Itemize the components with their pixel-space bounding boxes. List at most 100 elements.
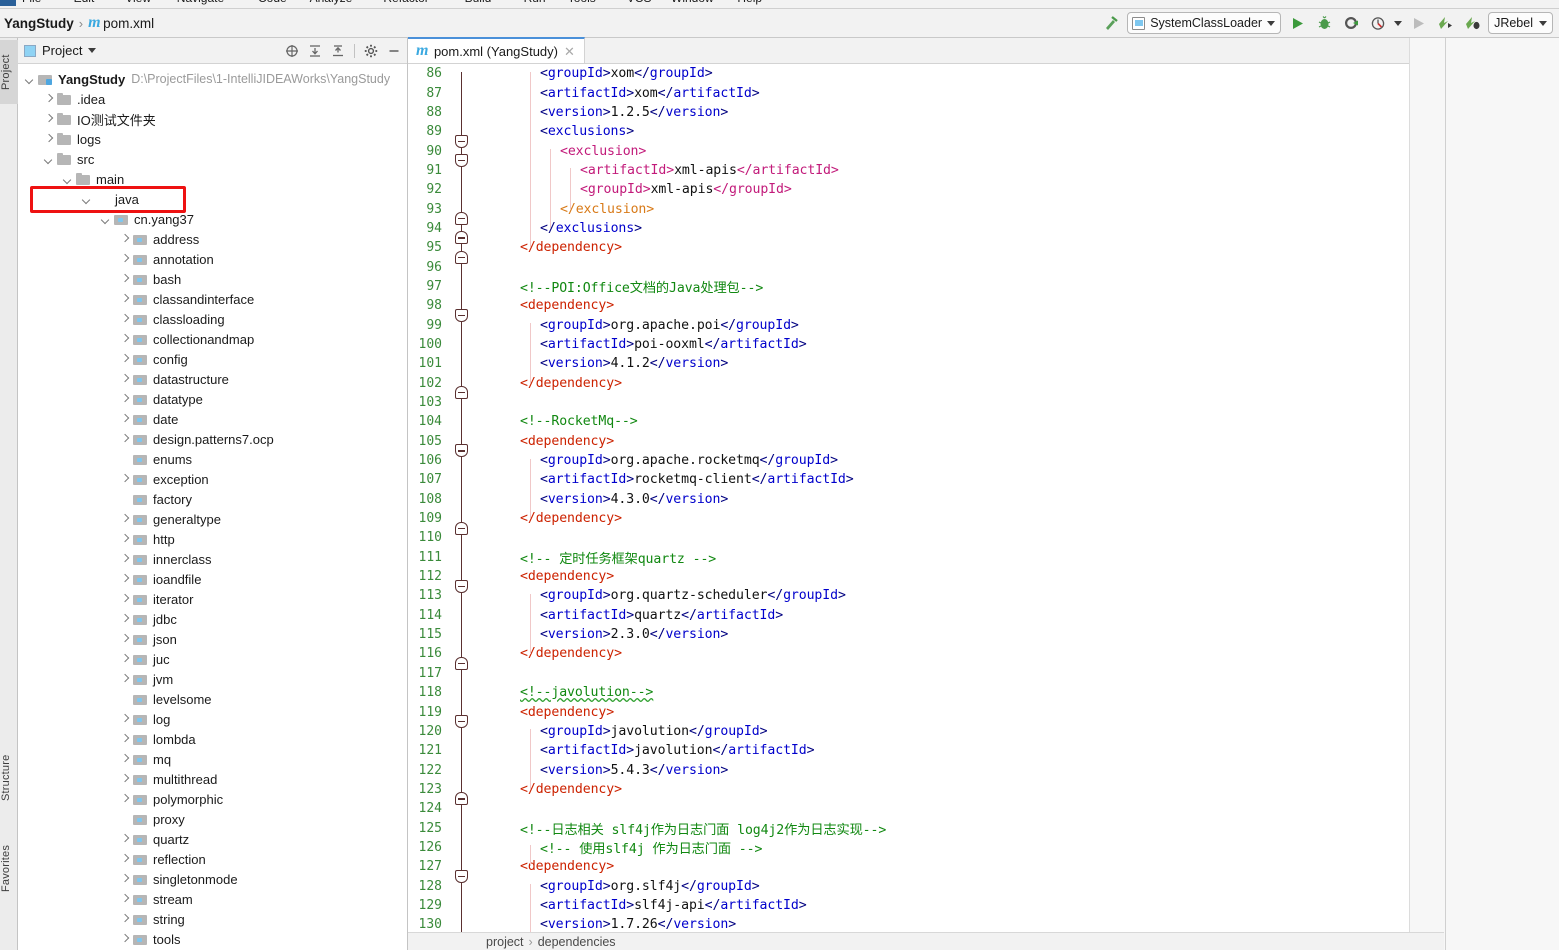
chevron-down-icon[interactable] xyxy=(62,174,73,185)
chevron-right-icon[interactable] xyxy=(119,934,130,945)
code-line[interactable]: 117 xyxy=(408,664,1444,693)
fold-marker-start[interactable] xyxy=(455,134,468,148)
chevron-right-icon[interactable] xyxy=(119,514,130,525)
fold-marker-end[interactable] xyxy=(455,212,468,226)
tree-node-mq[interactable]: mq xyxy=(18,749,407,769)
tree-node-jdbc[interactable]: jdbc xyxy=(18,609,407,629)
chevron-down-icon[interactable] xyxy=(88,48,97,53)
profiler-dropdown-chevron-down-icon[interactable] xyxy=(1394,20,1403,26)
tree-node-java[interactable]: java xyxy=(18,189,407,209)
code-line[interactable]: 97 <!--POI:Office文档的Java处理包--> xyxy=(408,277,1444,306)
chevron-down-icon[interactable] xyxy=(81,194,92,205)
fold-marker-end[interactable] xyxy=(455,231,468,245)
tree-node-classloading[interactable]: classloading xyxy=(18,309,407,329)
tree-node-stream[interactable]: stream xyxy=(18,889,407,909)
code-viewport[interactable]: 86 <groupId>xom</groupId> 87 <artifactId>xo… xyxy=(408,64,1444,950)
tree-node-address[interactable]: address xyxy=(18,229,407,249)
debug-button[interactable] xyxy=(1313,12,1335,34)
code-line[interactable]: 116 </dependency> xyxy=(408,644,1444,673)
chevron-right-icon[interactable] xyxy=(119,254,130,265)
close-icon[interactable]: ✕ xyxy=(564,45,575,58)
run-configuration-selector[interactable]: SystemClassLoader xyxy=(1127,12,1282,34)
code-line[interactable]: 87 <artifactId>xom</artifactId> xyxy=(408,83,1444,113)
breadcrumb-project[interactable]: YangStudy xyxy=(4,16,74,31)
collapse-all-icon[interactable] xyxy=(331,44,345,58)
fold-marker-end[interactable] xyxy=(455,521,468,535)
chevron-right-icon[interactable] xyxy=(119,734,130,745)
tree-node-multithread[interactable]: multithread xyxy=(18,769,407,789)
menu-item-window[interactable]: Window xyxy=(671,0,714,5)
code-line[interactable]: 95 </dependency> xyxy=(408,238,1444,267)
code-line[interactable]: 124 xyxy=(408,799,1444,828)
tree-node-jvm[interactable]: jvm xyxy=(18,669,407,689)
code-line[interactable]: 128 <groupId>org.slf4j</groupId> xyxy=(408,876,1444,906)
tree-node-polymorphic[interactable]: polymorphic xyxy=(18,789,407,809)
expand-all-icon[interactable] xyxy=(308,44,322,58)
chevron-right-icon[interactable] xyxy=(119,554,130,565)
code-line[interactable]: 100 <artifactId>poi-ooxml</artifactId> xyxy=(408,335,1444,364)
code-line[interactable]: 129 <artifactId>slf4j-api</artifactId> xyxy=(408,896,1444,925)
code-line[interactable]: 104 <!--RocketMq--> xyxy=(408,412,1444,441)
chevron-right-icon[interactable] xyxy=(119,354,130,365)
menu-item-file[interactable]: File xyxy=(22,0,41,5)
tree-node-logs[interactable]: logs xyxy=(18,129,407,149)
code-line[interactable]: 108 <version>4.3.0</version> xyxy=(408,490,1444,519)
menu-item-run[interactable]: Run xyxy=(524,0,546,5)
chevron-right-icon[interactable] xyxy=(119,674,130,685)
chevron-right-icon[interactable] xyxy=(119,334,130,345)
code-line[interactable]: 110 xyxy=(408,528,1444,557)
tree-node-lombda[interactable]: lombda xyxy=(18,729,407,749)
code-line[interactable]: 93 </exclusion> xyxy=(408,199,1444,229)
profiler-button[interactable] xyxy=(1367,12,1389,34)
chevron-right-icon[interactable] xyxy=(119,854,130,865)
chevron-down-icon[interactable] xyxy=(24,74,35,85)
settings-gear-icon[interactable] xyxy=(364,44,378,58)
menu-item-tools[interactable]: Tools xyxy=(568,0,596,5)
chevron-right-icon[interactable] xyxy=(119,574,130,585)
code-line[interactable]: 115 <version>2.3.0</version> xyxy=(408,625,1444,654)
menu-item-help[interactable]: Help xyxy=(737,0,762,5)
fold-marker-start[interactable] xyxy=(455,869,468,883)
bottom-breadcrumb-project[interactable]: project xyxy=(486,935,524,949)
chevron-right-icon[interactable] xyxy=(119,474,130,485)
tool-window-tab-favorites[interactable]: Favorites xyxy=(0,828,18,908)
code-line[interactable]: 105 <dependency> xyxy=(408,432,1444,461)
chevron-right-icon[interactable] xyxy=(119,594,130,605)
chevron-right-icon[interactable] xyxy=(119,834,130,845)
code-line[interactable]: 94 </exclusions> xyxy=(408,219,1444,248)
code-line[interactable]: 109 </dependency> xyxy=(408,509,1444,538)
jrebel-menu-button[interactable]: JRebel xyxy=(1488,12,1553,34)
tree-node-cn-yang37[interactable]: cn.yang37 xyxy=(18,209,407,229)
chevron-right-icon[interactable] xyxy=(119,634,130,645)
menu-item-refactor[interactable]: Refactor xyxy=(383,0,428,5)
fold-marker-end[interactable] xyxy=(455,656,468,670)
code-line[interactable]: 127 <dependency> xyxy=(408,857,1444,886)
chevron-right-icon[interactable] xyxy=(119,314,130,325)
tree-node-io-[interactable]: IO测试文件夹 xyxy=(18,109,407,129)
chevron-right-icon[interactable] xyxy=(119,394,130,405)
code-line[interactable]: 122 <version>5.4.3</version> xyxy=(408,760,1444,790)
tool-window-tab-project[interactable]: Project xyxy=(0,40,18,104)
tree-node-factory[interactable]: factory xyxy=(18,489,407,509)
tree-node-reflection[interactable]: reflection xyxy=(18,849,407,869)
tree-node-singletonmode[interactable]: singletonmode xyxy=(18,869,407,889)
chevron-right-icon[interactable] xyxy=(119,654,130,665)
chevron-right-icon[interactable] xyxy=(119,914,130,925)
code-line[interactable]: 119 <dependency> xyxy=(408,702,1444,732)
code-line[interactable]: 121 <artifactId>javolution</artifactId> xyxy=(408,741,1444,770)
code-line[interactable]: 91 <artifactId>xml-apis</artifactId> xyxy=(408,161,1444,190)
chevron-right-icon[interactable] xyxy=(119,434,130,445)
chevron-right-icon[interactable] xyxy=(119,294,130,305)
fold-marker-start[interactable] xyxy=(455,715,468,729)
code-line[interactable]: 107 <artifactId>rocketmq-client</artifact… xyxy=(408,470,1444,499)
hammer-build-icon[interactable] xyxy=(1100,12,1122,34)
breadcrumb-file[interactable]: pom.xml xyxy=(103,16,154,31)
code-line[interactable]: 114 <artifactId>quartz</artifactId> xyxy=(408,606,1444,635)
chevron-right-icon[interactable] xyxy=(119,534,130,545)
tree-node-annotation[interactable]: annotation xyxy=(18,249,407,269)
code-line[interactable]: 98 <dependency> xyxy=(408,296,1444,325)
code-line[interactable]: 118 <!--javolution--> xyxy=(408,683,1444,712)
fold-marker-end[interactable] xyxy=(455,250,468,264)
menu-item-code[interactable]: Code xyxy=(258,0,287,5)
tree-node-string[interactable]: string xyxy=(18,909,407,929)
